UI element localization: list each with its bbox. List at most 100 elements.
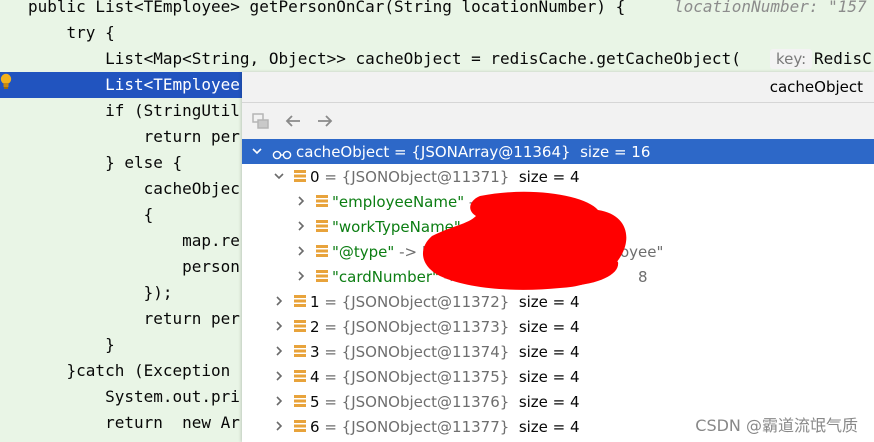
chevron-right-icon[interactable] [274,346,284,356]
parameter-name-hint: key: [770,49,813,69]
lightbulb-icon[interactable] [0,72,12,90]
tree-field-row[interactable]: "cardNumber" -> {Integer@ 8 [242,264,874,289]
field-icon [316,269,328,283]
field-key: "workTypeName" [332,218,461,236]
watermark: CSDN @霸道流氓气质 [695,416,858,435]
chevron-right-icon[interactable] [274,371,284,381]
item-size: size = 4 [509,393,580,411]
tree-field-row[interactable]: "@type" -> " oyee" [242,239,874,264]
code-line-text: } [28,335,115,354]
code-line-text: return new Ar [28,413,240,432]
code-line-text: System.out.pri [28,387,240,406]
tree-root-row[interactable]: cacheObject = {JSONArray@11364} size = 1… [242,139,874,164]
code-line-text: } else { [28,153,183,172]
chevron-down-icon[interactable] [252,146,262,156]
field-value-tail: 8 [638,268,648,286]
code-line-text: public List<TEmployee> getPersonOnCar(St… [28,0,626,16]
field-icon [316,244,328,258]
code-line-text: try { [28,23,115,42]
code-line-text: map.re [28,231,240,250]
item-index: 5 [310,393,320,411]
code-line-text: return per [28,127,240,146]
variable-size: size = 16 [570,143,651,161]
field-icon [294,344,306,358]
chevron-right-icon[interactable] [274,396,284,406]
code-line-text: cacheObjec [28,179,240,198]
field-icon [294,319,306,333]
chevron-right-icon[interactable] [296,271,306,281]
chevron-right-icon[interactable] [296,196,306,206]
item-index: 6 [310,418,320,436]
field-icon [316,194,328,208]
chevron-right-icon[interactable] [274,421,284,431]
item-index: 0 [310,168,320,186]
code-line-text: return per [28,309,240,328]
field-icon [294,169,306,183]
field-icon [294,419,306,433]
code-line-text: if (StringUtil [28,101,240,120]
tree-field-row[interactable]: "employeeName" -> " [242,189,874,214]
tree-item-row[interactable]: 3 = {JSONObject@11374} size = 4 [242,339,874,364]
navigate-icon[interactable] [251,111,271,131]
item-size: size = 4 [509,418,580,436]
variable-value: = {JSONArray@11364} [389,143,571,161]
item-value: = {JSONObject@11374} [319,343,510,361]
field-icon [294,394,306,408]
popup-title-bar[interactable]: cacheObject [242,72,874,103]
field-key: "cardNumber" [332,268,439,286]
field-key: "employeeName" [332,193,465,211]
item-index: 1 [310,293,320,311]
tree-row-text: 4 = {JSONObject@11375} size = 4 [310,367,580,387]
tree-row-text: "workTypeName" -> " [332,217,495,237]
chevron-right-icon[interactable] [296,246,306,256]
chevron-right-icon[interactable] [274,321,284,331]
field-value: -> " [464,193,499,211]
code-line[interactable]: List<Map<String, Object>> cacheObject = … [0,46,874,72]
code-line-text: { [28,205,154,224]
chevron-right-icon[interactable] [296,221,306,231]
item-index: 4 [310,368,320,386]
code-line[interactable]: try { [0,20,874,46]
tree-row-text: "employeeName" -> " [332,192,499,212]
tree-item-row[interactable]: 2 = {JSONObject@11373} size = 4 [242,314,874,339]
tree-row-text: 1 = {JSONObject@11372} size = 4 [310,292,580,312]
item-index: 2 [310,318,320,336]
item-index: 3 [310,343,320,361]
code-line[interactable]: public List<TEmployee> getPersonOnCar(St… [0,0,874,20]
tree-item-row[interactable]: 4 = {JSONObject@11375} size = 4 [242,364,874,389]
debugger-inspect-popup[interactable]: cacheObject cacheObject = {JSONArray@113… [242,72,874,442]
tree-item-row[interactable]: 1 = {JSONObject@11372} size = 4 [242,289,874,314]
tree-row-text: 2 = {JSONObject@11373} size = 4 [310,317,580,337]
field-value-tail: oyee" [620,243,664,261]
tree-row-text: "cardNumber" -> {Integer@ [332,267,545,287]
back-arrow-icon[interactable] [283,111,303,131]
tree-row-text: 6 = {JSONObject@11377} size = 4 [310,417,580,437]
item-size: size = 4 [509,293,580,311]
field-key: "@type" [332,243,395,261]
variables-tree[interactable]: cacheObject = {JSONArray@11364} size = 1… [242,139,874,442]
tree-row-text: "@type" -> " [332,242,429,262]
chevron-down-icon[interactable] [274,171,284,181]
tree-item-row[interactable]: 0 = {JSONObject@11371} size = 4 [242,164,874,189]
field-icon [316,219,328,233]
code-line-tail: RedisC [814,49,872,68]
code-line-text: }); [28,283,173,302]
forward-arrow-icon[interactable] [315,111,335,131]
field-icon [294,369,306,383]
field-icon [294,294,306,308]
chevron-right-icon[interactable] [274,296,284,306]
popup-toolbar [242,103,874,139]
inline-value-hint: locationNumber: "157 [674,0,867,16]
item-size: size = 4 [509,368,580,386]
code-line-text: List<TEmployee [28,75,240,94]
item-value: = {JSONObject@11372} [319,293,510,311]
tree-field-row[interactable]: "workTypeName" -> " [242,214,874,239]
item-value: = {JSONObject@11376} [319,393,510,411]
item-size: size = 4 [509,343,580,361]
code-line-text: }catch (Exception [28,361,231,380]
code-line-text: List<Map<String, Object>> cacheObject = … [28,49,741,68]
tree-item-row[interactable]: 5 = {JSONObject@11376} size = 4 [242,389,874,414]
variable-name: cacheObject [296,143,390,161]
tree-row-text: 0 = {JSONObject@11371} size = 4 [310,167,580,187]
item-value: = {JSONObject@11373} [319,318,510,336]
